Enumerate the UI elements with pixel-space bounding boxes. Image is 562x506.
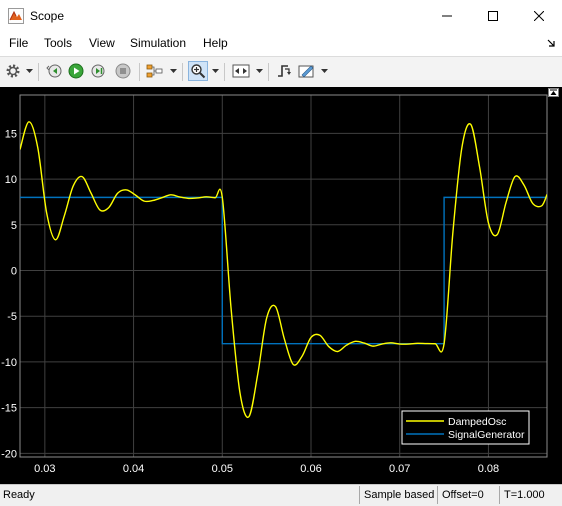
cursor-measurements-icon — [298, 65, 314, 78]
y-tick-label: -5 — [7, 311, 17, 323]
gear-icon — [6, 64, 20, 78]
x-tick-label: 0.05 — [212, 463, 233, 475]
cursor-measurements-button[interactable] — [297, 61, 317, 81]
menu-view[interactable]: View — [89, 36, 115, 50]
expand-axes-button[interactable] — [548, 88, 559, 97]
legend-label: DampedOsc — [448, 416, 506, 428]
status-offset: Offset=0 — [437, 486, 497, 504]
x-tick-label: 0.07 — [389, 463, 410, 475]
legend-label: SignalGenerator — [448, 429, 525, 441]
y-tick-label: 5 — [11, 220, 17, 232]
toolbar-separator — [268, 63, 269, 81]
maximize-button[interactable] — [470, 0, 516, 32]
y-tick-label: 10 — [5, 174, 17, 186]
y-tick-label: 15 — [5, 128, 17, 140]
toolbar-separator — [139, 63, 140, 81]
step-forward-icon — [91, 64, 105, 78]
scope-display[interactable]: 0.03 0.04 0.05 0.06 0.07 0.08 15 10 5 0 -5 -10 -15 -2… — [0, 87, 562, 484]
zoom-in-button[interactable] — [188, 61, 208, 81]
chevron-down-icon[interactable] — [321, 69, 328, 74]
step-forward-button[interactable] — [89, 61, 109, 81]
minimize-button[interactable] — [424, 0, 470, 32]
signal-selector-icon — [146, 64, 163, 78]
stop-icon — [115, 63, 131, 79]
axes-frame — [19, 94, 548, 458]
signal-selector-button[interactable] — [145, 61, 165, 81]
maximize-icon — [488, 11, 498, 21]
stop-button[interactable] — [113, 61, 133, 81]
step-back-button[interactable] — [44, 61, 64, 81]
y-tick-label: -20 — [1, 448, 17, 460]
window-title: Scope — [30, 9, 65, 23]
chevron-down-icon[interactable] — [26, 69, 33, 74]
x-tick-label: 0.03 — [34, 463, 55, 475]
scope-plot[interactable]: 0.03 0.04 0.05 0.06 0.07 0.08 15 10 5 0 -5 -10 -15 -2… — [0, 87, 562, 484]
autoscale-button[interactable] — [231, 61, 251, 81]
step-back-icon — [46, 64, 62, 78]
status-bar: Ready Sample based Offset=0 T=1.000 — [0, 484, 562, 506]
menu-file[interactable]: File — [9, 36, 28, 50]
x-tick-label: 0.04 — [123, 463, 144, 475]
menu-tools[interactable]: Tools — [44, 36, 72, 50]
y-tick-label: -15 — [1, 403, 17, 415]
title-bar: Scope — [0, 0, 562, 32]
autoscale-icon — [232, 64, 250, 78]
chevron-down-icon[interactable] — [212, 69, 219, 74]
status-time: T=1.000 — [499, 486, 562, 504]
toolbar-separator — [224, 63, 225, 81]
settings-button[interactable] — [3, 61, 23, 81]
menu-bar: File Tools View Simulation Help — [0, 33, 562, 55]
status-ready: Ready — [3, 489, 35, 501]
close-icon — [534, 11, 544, 21]
x-tick-label: 0.06 — [300, 463, 321, 475]
chevron-down-icon[interactable] — [256, 69, 263, 74]
matlab-scope-icon — [8, 8, 24, 24]
zoom-in-icon — [191, 64, 206, 79]
menu-help[interactable]: Help — [203, 36, 228, 50]
x-tick-label: 0.08 — [478, 463, 499, 475]
series-line-DampedOsc — [20, 121, 547, 419]
status-sample-mode: Sample based — [359, 486, 435, 504]
chevron-down-icon[interactable] — [170, 69, 177, 74]
y-tick-label: -10 — [1, 357, 17, 369]
toolbar-separator — [38, 63, 39, 81]
triggers-icon — [278, 65, 291, 77]
toolbar — [0, 56, 562, 88]
run-icon — [68, 63, 84, 79]
dock-arrow-icon[interactable] — [546, 38, 556, 48]
expand-icon — [550, 89, 557, 95]
minimize-icon — [442, 15, 452, 17]
triggers-button[interactable] — [274, 61, 294, 81]
run-button[interactable] — [66, 61, 86, 81]
close-button[interactable] — [516, 0, 562, 32]
menu-simulation[interactable]: Simulation — [130, 36, 186, 50]
toolbar-separator — [182, 63, 183, 81]
y-tick-label: 0 — [11, 266, 17, 278]
